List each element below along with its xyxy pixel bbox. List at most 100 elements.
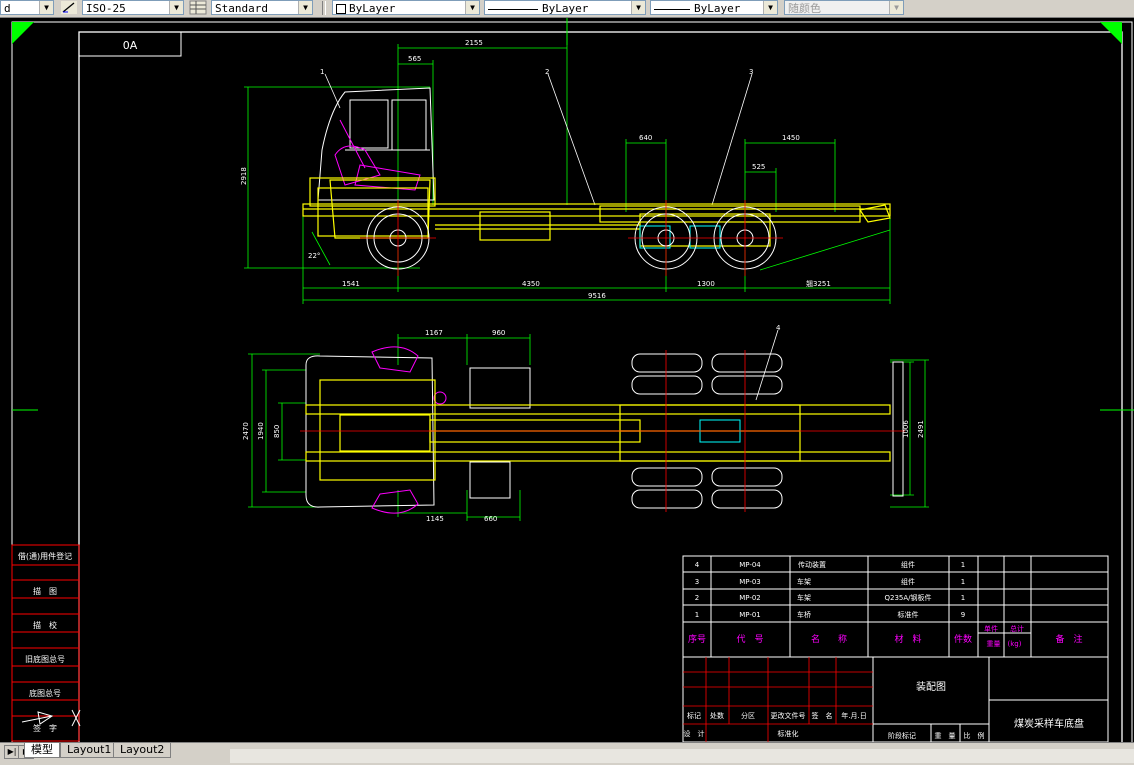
header-remark: 备 注 xyxy=(1055,633,1082,645)
table-style-value: Standard xyxy=(215,2,268,15)
part-code: MP-04 xyxy=(739,561,761,569)
lineweight-value: ByLayer xyxy=(694,2,741,15)
left-table-label: 旧底图总号 xyxy=(25,654,65,664)
dim-660: 660 xyxy=(484,515,497,523)
part-code: MP-01 xyxy=(739,611,761,619)
tab-layout2[interactable]: Layout2 xyxy=(113,743,172,758)
part-qty: 1 xyxy=(961,561,965,569)
dimension-style-icon[interactable] xyxy=(60,0,78,15)
balloon-3: 3 xyxy=(749,68,753,76)
part-seq: 2 xyxy=(695,594,699,602)
dim-2918: 2918 xyxy=(240,167,248,185)
centering-marks xyxy=(12,18,1134,411)
tb-row-label: 更改文件号 xyxy=(771,711,806,720)
dim-1300: 1300 xyxy=(697,280,715,288)
linetype-value: ByLayer xyxy=(542,2,589,15)
balloon-4: 4 xyxy=(776,324,781,332)
balloon-2: 2 xyxy=(545,68,549,76)
dim-3251: 翘3251 xyxy=(806,280,831,288)
dim-640: 640 xyxy=(639,134,652,142)
model-space-canvas[interactable]: 0A 2155 565 2918 640 1450 525 1541 4350 … xyxy=(0,18,1134,742)
dim-850: 850 xyxy=(273,425,281,438)
tb-row-label: 标记 xyxy=(687,711,701,720)
dim-9516: 9516 xyxy=(588,292,606,300)
sheet-outer-border xyxy=(11,21,1133,742)
part-code: MP-03 xyxy=(739,578,761,586)
plotstyle-value: 随颜色 xyxy=(788,2,821,15)
tab-layout1[interactable]: Layout1 xyxy=(60,743,119,758)
color-control-dropdown[interactable]: ByLayer ▼ xyxy=(332,0,480,15)
dim-style-dropdown[interactable]: ISO-25 ▼ xyxy=(82,0,184,15)
layer-dropdown[interactable]: d ▼ xyxy=(0,0,54,15)
part-name: 车桥 xyxy=(797,610,811,619)
header-weight: 重量 (kg) xyxy=(987,640,1022,648)
part-material: 标准件 xyxy=(898,610,919,619)
table-style-icon[interactable] xyxy=(189,0,207,15)
table-style-dropdown[interactable]: Standard ▼ xyxy=(211,0,313,15)
color-value: ByLayer xyxy=(349,2,396,15)
lineweight-control-dropdown[interactable]: ByLayer ▼ xyxy=(650,0,778,15)
layout-tab-bar: ▶| ▶ 模型 Layout1 Layout2 xyxy=(0,742,1134,765)
header-seq: 序号 xyxy=(688,633,706,645)
dim-2155: 2155 xyxy=(465,39,483,47)
product-name: 煤炭采样车底盘 xyxy=(1014,717,1084,730)
part-seq: 4 xyxy=(695,561,700,569)
layer-value: d xyxy=(4,2,11,15)
header-name: 名 称 xyxy=(811,633,847,645)
dim-960: 960 xyxy=(492,329,505,337)
toolbar-separator xyxy=(322,1,326,15)
chevron-down-icon[interactable]: ▼ xyxy=(763,1,777,14)
header-material: 材 料 xyxy=(894,633,921,645)
top-view: 1167 960 2470 1940 850 1145 660 1006 249… xyxy=(242,324,929,523)
tb-bottom-label: 设 计 xyxy=(684,729,705,738)
plotstyle-control-dropdown[interactable]: 随颜色 ▼ xyxy=(784,0,904,15)
part-code: MP-02 xyxy=(739,594,761,602)
tb-bottom-label: 重 量 xyxy=(935,732,956,740)
dim-1167: 1167 xyxy=(425,329,443,337)
chevron-down-icon[interactable]: ▼ xyxy=(465,1,479,14)
linetype-control-dropdown[interactable]: ByLayer ▼ xyxy=(484,0,646,15)
sheet-label: 0A xyxy=(123,39,138,52)
chevron-down-icon[interactable]: ▼ xyxy=(889,1,903,14)
dim-1541: 1541 xyxy=(342,280,360,288)
drawing-name: 装配图 xyxy=(916,680,946,693)
corner-triangle-left xyxy=(12,22,34,44)
chevron-down-icon[interactable]: ▼ xyxy=(169,1,183,14)
part-seq: 3 xyxy=(695,578,699,586)
part-material: 组件 xyxy=(901,577,915,586)
parts-list-table: 4 MP-04 传动装置 组件 1 3 MP-03 车架 组件 1 2 MP-0… xyxy=(682,555,1109,658)
part-qty: 1 xyxy=(961,594,965,602)
chevron-down-icon[interactable]: ▼ xyxy=(298,1,312,14)
dim-1450: 1450 xyxy=(782,134,800,142)
left-table-label: 底图总号 xyxy=(29,688,61,698)
balloon-1: 1 xyxy=(320,68,324,76)
part-name: 车架 xyxy=(797,593,811,602)
dim-2491: 2491 xyxy=(917,420,925,438)
header-code: 代 号 xyxy=(736,634,763,645)
tab-model[interactable]: 模型 xyxy=(24,743,60,758)
tb-bottom-label: 标准化 xyxy=(778,729,799,738)
header-total: 总计 xyxy=(1010,624,1024,633)
left-table-label: 描 图 xyxy=(33,586,57,596)
part-qty: 9 xyxy=(961,611,965,619)
left-signature-table: 借(通)用件登记 描 图 描 校 旧底图总号 底图总号 签 字 xyxy=(11,544,80,742)
chevron-down-icon[interactable]: ▼ xyxy=(631,1,645,14)
lineweight-preview-icon xyxy=(654,8,690,10)
horizontal-scrollbar[interactable] xyxy=(230,749,1134,763)
corner-triangle-right xyxy=(1100,22,1122,44)
dim-style-value: ISO-25 xyxy=(86,2,126,15)
header-qty: 件数 xyxy=(954,633,972,645)
title-block: 标记 处数 分区 更改文件号 签 名 年.月.日 设 计 标准化 阶段标记 重 … xyxy=(682,656,1109,742)
left-table-label: 描 校 xyxy=(33,620,57,630)
drawing-svg: 0A 2155 565 2918 640 1450 525 1541 4350 … xyxy=(11,18,1134,742)
header-unit: 单件 xyxy=(984,624,998,633)
linetype-preview-icon xyxy=(488,8,538,10)
dim-2470: 2470 xyxy=(242,422,250,440)
chevron-down-icon[interactable]: ▼ xyxy=(39,1,53,14)
dim-angle-22: 22° xyxy=(308,252,320,260)
tb-row-label: 年.月.日 xyxy=(841,711,866,720)
part-material: Q235A/钢板件 xyxy=(884,593,931,602)
color-swatch-icon xyxy=(336,4,346,14)
dim-525: 525 xyxy=(752,163,765,171)
part-seq: 1 xyxy=(695,611,699,619)
